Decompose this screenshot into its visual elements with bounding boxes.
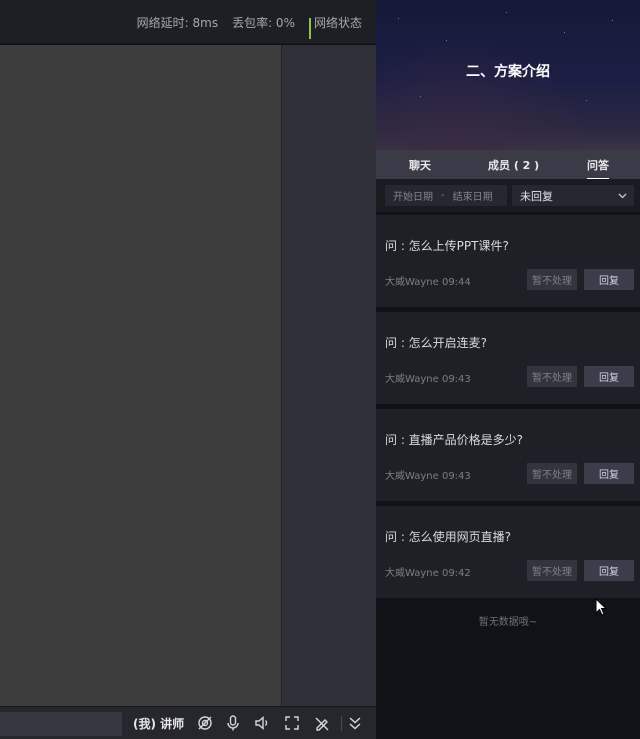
bottom-input-area[interactable] bbox=[0, 712, 122, 736]
ignore-button[interactable]: 暂不处理 bbox=[527, 463, 577, 484]
tab-chat[interactable]: 聊天 bbox=[409, 157, 431, 173]
reply-button[interactable]: 回复 bbox=[584, 269, 634, 290]
mouse-cursor-icon bbox=[595, 598, 607, 616]
question-card: 问 : 直播产品价格是多少? 大威Wayne 09:43 暂不处理 回复 bbox=[376, 409, 640, 501]
microphone-icon[interactable] bbox=[224, 714, 242, 732]
ignore-button[interactable]: 暂不处理 bbox=[527, 560, 577, 581]
reply-button[interactable]: 回复 bbox=[584, 463, 634, 484]
tab-members[interactable]: 成员 ( 2 ) bbox=[488, 157, 539, 173]
question-card: 问 : 怎么开启连麦? 大威Wayne 09:43 暂不处理 回复 bbox=[376, 312, 640, 404]
start-date-field[interactable]: 开始日期 bbox=[393, 188, 433, 203]
date-range-picker[interactable]: 开始日期 - 结束日期 bbox=[385, 185, 507, 206]
reply-status-value: 未回复 bbox=[520, 189, 553, 203]
end-date-field[interactable]: 结束日期 bbox=[453, 188, 493, 203]
panel-tabs: 聊天 成员 ( 2 ) 问答 bbox=[376, 150, 640, 180]
question-meta: 大威Wayne 09:43 bbox=[385, 374, 471, 385]
video-side-area bbox=[281, 45, 376, 706]
signal-icon bbox=[308, 17, 311, 39]
question-card: 问 : 怎么使用网页直播? 大威Wayne 09:42 暂不处理 回复 bbox=[376, 506, 640, 598]
reply-status-select[interactable]: 未回复 bbox=[512, 185, 634, 206]
toolbar-divider bbox=[341, 716, 342, 731]
question-text: 问 : 怎么上传PPT课件? bbox=[385, 239, 509, 253]
slide-banner: 二、方案介绍 bbox=[376, 0, 640, 150]
network-stats: 网络延时: 8ms 丢包率: 0% 网络状态 bbox=[136, 14, 362, 39]
fullscreen-icon[interactable] bbox=[283, 714, 301, 732]
question-text: 问 : 怎么开启连麦? bbox=[385, 336, 488, 350]
bottom-toolbar: (我) 讲师 bbox=[0, 706, 376, 739]
camera-off-icon[interactable] bbox=[196, 714, 214, 732]
question-meta: 大威Wayne 09:43 bbox=[385, 471, 471, 482]
tab-qa[interactable]: 问答 bbox=[587, 157, 609, 180]
reply-button[interactable]: 回复 bbox=[584, 560, 634, 581]
side-panel: 二、方案介绍 聊天 成员 ( 2 ) 问答 开始日期 - 结束日期 未回复 问 … bbox=[376, 0, 640, 739]
video-stage bbox=[0, 45, 281, 706]
date-separator: - bbox=[441, 190, 445, 201]
packet-loss-text: 丢包率: 0% bbox=[232, 16, 295, 30]
ignore-button[interactable]: 暂不处理 bbox=[527, 366, 577, 387]
ignore-button[interactable]: 暂不处理 bbox=[527, 269, 577, 290]
latency-text: 网络延时: 8ms bbox=[136, 16, 219, 30]
collapse-icon[interactable] bbox=[346, 714, 364, 732]
chevron-down-icon bbox=[618, 193, 627, 199]
question-meta: 大威Wayne 09:42 bbox=[385, 568, 471, 579]
question-card: 问 : 怎么上传PPT课件? 大威Wayne 09:44 暂不处理 回复 bbox=[376, 215, 640, 307]
question-text: 问 : 怎么使用网页直播? bbox=[385, 530, 512, 544]
pen-off-icon[interactable] bbox=[313, 714, 331, 732]
banner-title: 二、方案介绍 bbox=[466, 64, 550, 80]
network-status-link[interactable]: 网络状态 bbox=[314, 14, 362, 31]
question-text: 问 : 直播产品价格是多少? bbox=[385, 433, 524, 447]
top-status-bar: 网络延时: 8ms 丢包率: 0% 网络状态 bbox=[0, 0, 376, 44]
qa-filters: 开始日期 - 结束日期 未回复 bbox=[376, 179, 640, 212]
reply-button[interactable]: 回复 bbox=[584, 366, 634, 387]
speaker-icon[interactable] bbox=[253, 714, 271, 732]
question-meta: 大威Wayne 09:44 bbox=[385, 277, 471, 288]
role-label: (我) 讲师 bbox=[133, 717, 185, 731]
